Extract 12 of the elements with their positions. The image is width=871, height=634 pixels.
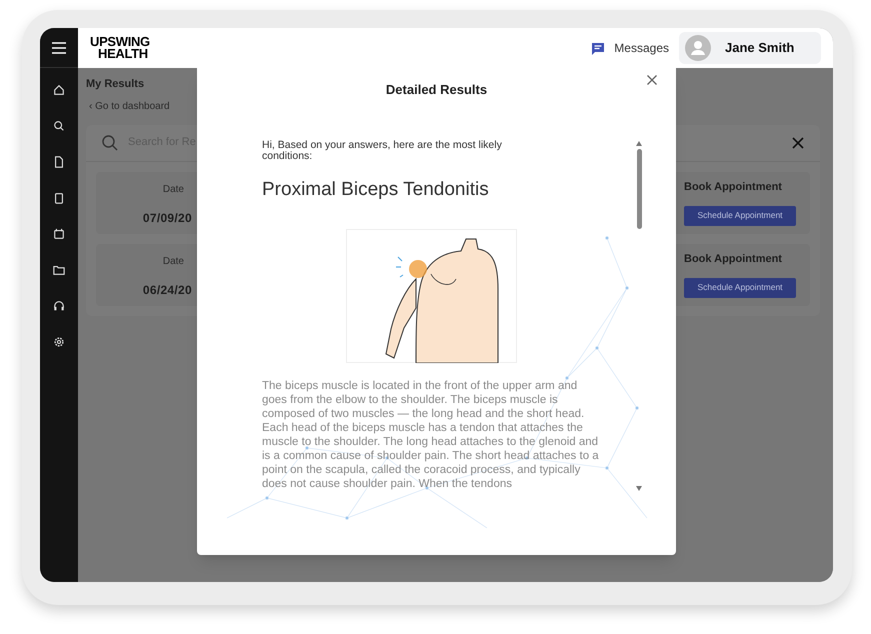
date-value: 07/09/20 <box>142 210 192 227</box>
intro-text: Hi, Based on your answers, here are the most likely conditions: <box>262 140 503 162</box>
condition-title: Proximal Biceps Tendonitis <box>262 178 490 202</box>
book-appointment-heading: Book Appointment <box>684 180 782 196</box>
date-label: Date <box>162 183 184 197</box>
date-value: 06/24/20 <box>142 282 192 299</box>
page-title: My Results <box>86 77 144 92</box>
logo: UPSWING HEALTH <box>90 36 150 60</box>
modal-title: Detailed Results <box>384 81 488 99</box>
book-appointment-heading: Book Appointment <box>684 252 782 268</box>
date-label: Date <box>162 255 184 269</box>
description-text: The biceps muscle is located in the front of the upper arm and goes from the elbow to the shoulder. The biceps muscle is composed of two muscles — the long head and the short head. Each head of the biceps muscle has a tendon that attaches the muscle to the shoulder. The long head attaches to the glenoid and is a common cause of shoulder pain. The short head attaches to a point on the scapula, called the coracoid process, and typically does not cause shoulder pain. When the tendons <box>262 378 600 490</box>
